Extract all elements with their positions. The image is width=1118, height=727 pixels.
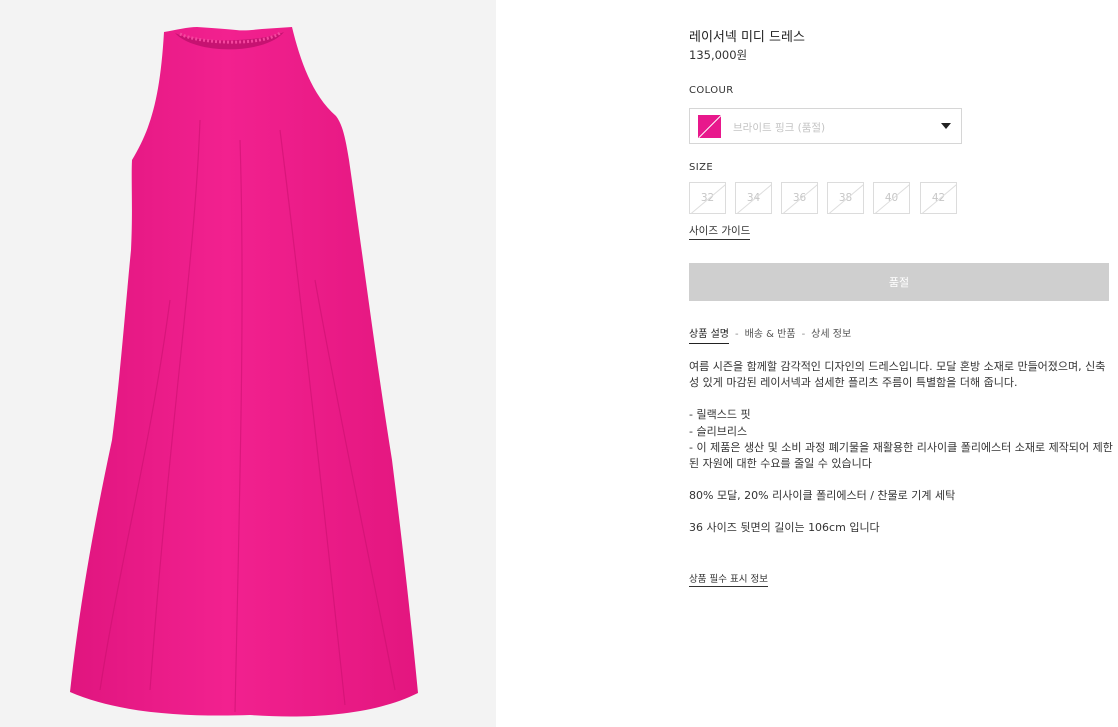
size-option-36[interactable]: 36 [781, 182, 818, 214]
chevron-down-icon [941, 123, 951, 129]
size-option-40[interactable]: 40 [873, 182, 910, 214]
product-title: 레이서넥 미디 드레스 [689, 30, 805, 45]
tab-shipping-returns[interactable]: 배송 & 반품 [745, 325, 796, 343]
colour-select[interactable]: 브라이트 핑크 (품절) [689, 108, 962, 144]
tab-separator: - [734, 329, 739, 340]
product-image[interactable] [0, 0, 496, 727]
size-option-34[interactable]: 34 [735, 182, 772, 214]
size-label: SIZE [689, 162, 714, 173]
colour-selected-value: 브라이트 핑크 (품절) [733, 122, 826, 134]
size-option-32[interactable]: 32 [689, 182, 726, 214]
size-options: 32 34 36 38 40 42 [689, 182, 979, 214]
size-guide-link[interactable]: 사이즈 가이드 [689, 223, 751, 240]
description-intro: 여름 시즌을 함께할 감각적인 디자인의 드레스입니다. 모달 혼방 소재로 만… [689, 360, 1106, 390]
length-note: 36 사이즈 뒷면의 길이는 106cm 입니다 [689, 521, 880, 535]
composition-text: 80% 모달, 20% 리사이클 폴리에스터 / 찬물로 기계 세탁 [689, 489, 956, 503]
info-tabs: 상품 설명 - 배송 & 반품 - 상세 정보 [689, 325, 851, 344]
dress-image [70, 27, 418, 717]
size-option-38[interactable]: 38 [827, 182, 864, 214]
required-info-link[interactable]: 상품 필수 표시 정보 [689, 571, 768, 587]
soldout-button[interactable]: 품절 [689, 263, 1109, 301]
product-price: 135,000원 [689, 48, 748, 62]
tab-separator: - [801, 329, 806, 340]
colour-label: COLOUR [689, 85, 734, 96]
feature-item: - 이 제품은 생산 및 소비 과정 폐기물을 재활용한 리사이클 폴리에스터 … [689, 440, 1113, 471]
dress-shape [70, 27, 418, 717]
product-description: 여름 시즌을 함께할 감각적인 디자인의 드레스입니다. 모달 혼방 소재로 만… [689, 359, 1114, 537]
feature-item: - 릴랙스드 핏 [689, 408, 751, 422]
colour-swatch [698, 115, 721, 138]
tab-description[interactable]: 상품 설명 [689, 325, 729, 344]
size-option-42[interactable]: 42 [920, 182, 957, 214]
feature-item: - 슬리브리스 [689, 424, 748, 438]
tab-details[interactable]: 상세 정보 [811, 325, 851, 343]
